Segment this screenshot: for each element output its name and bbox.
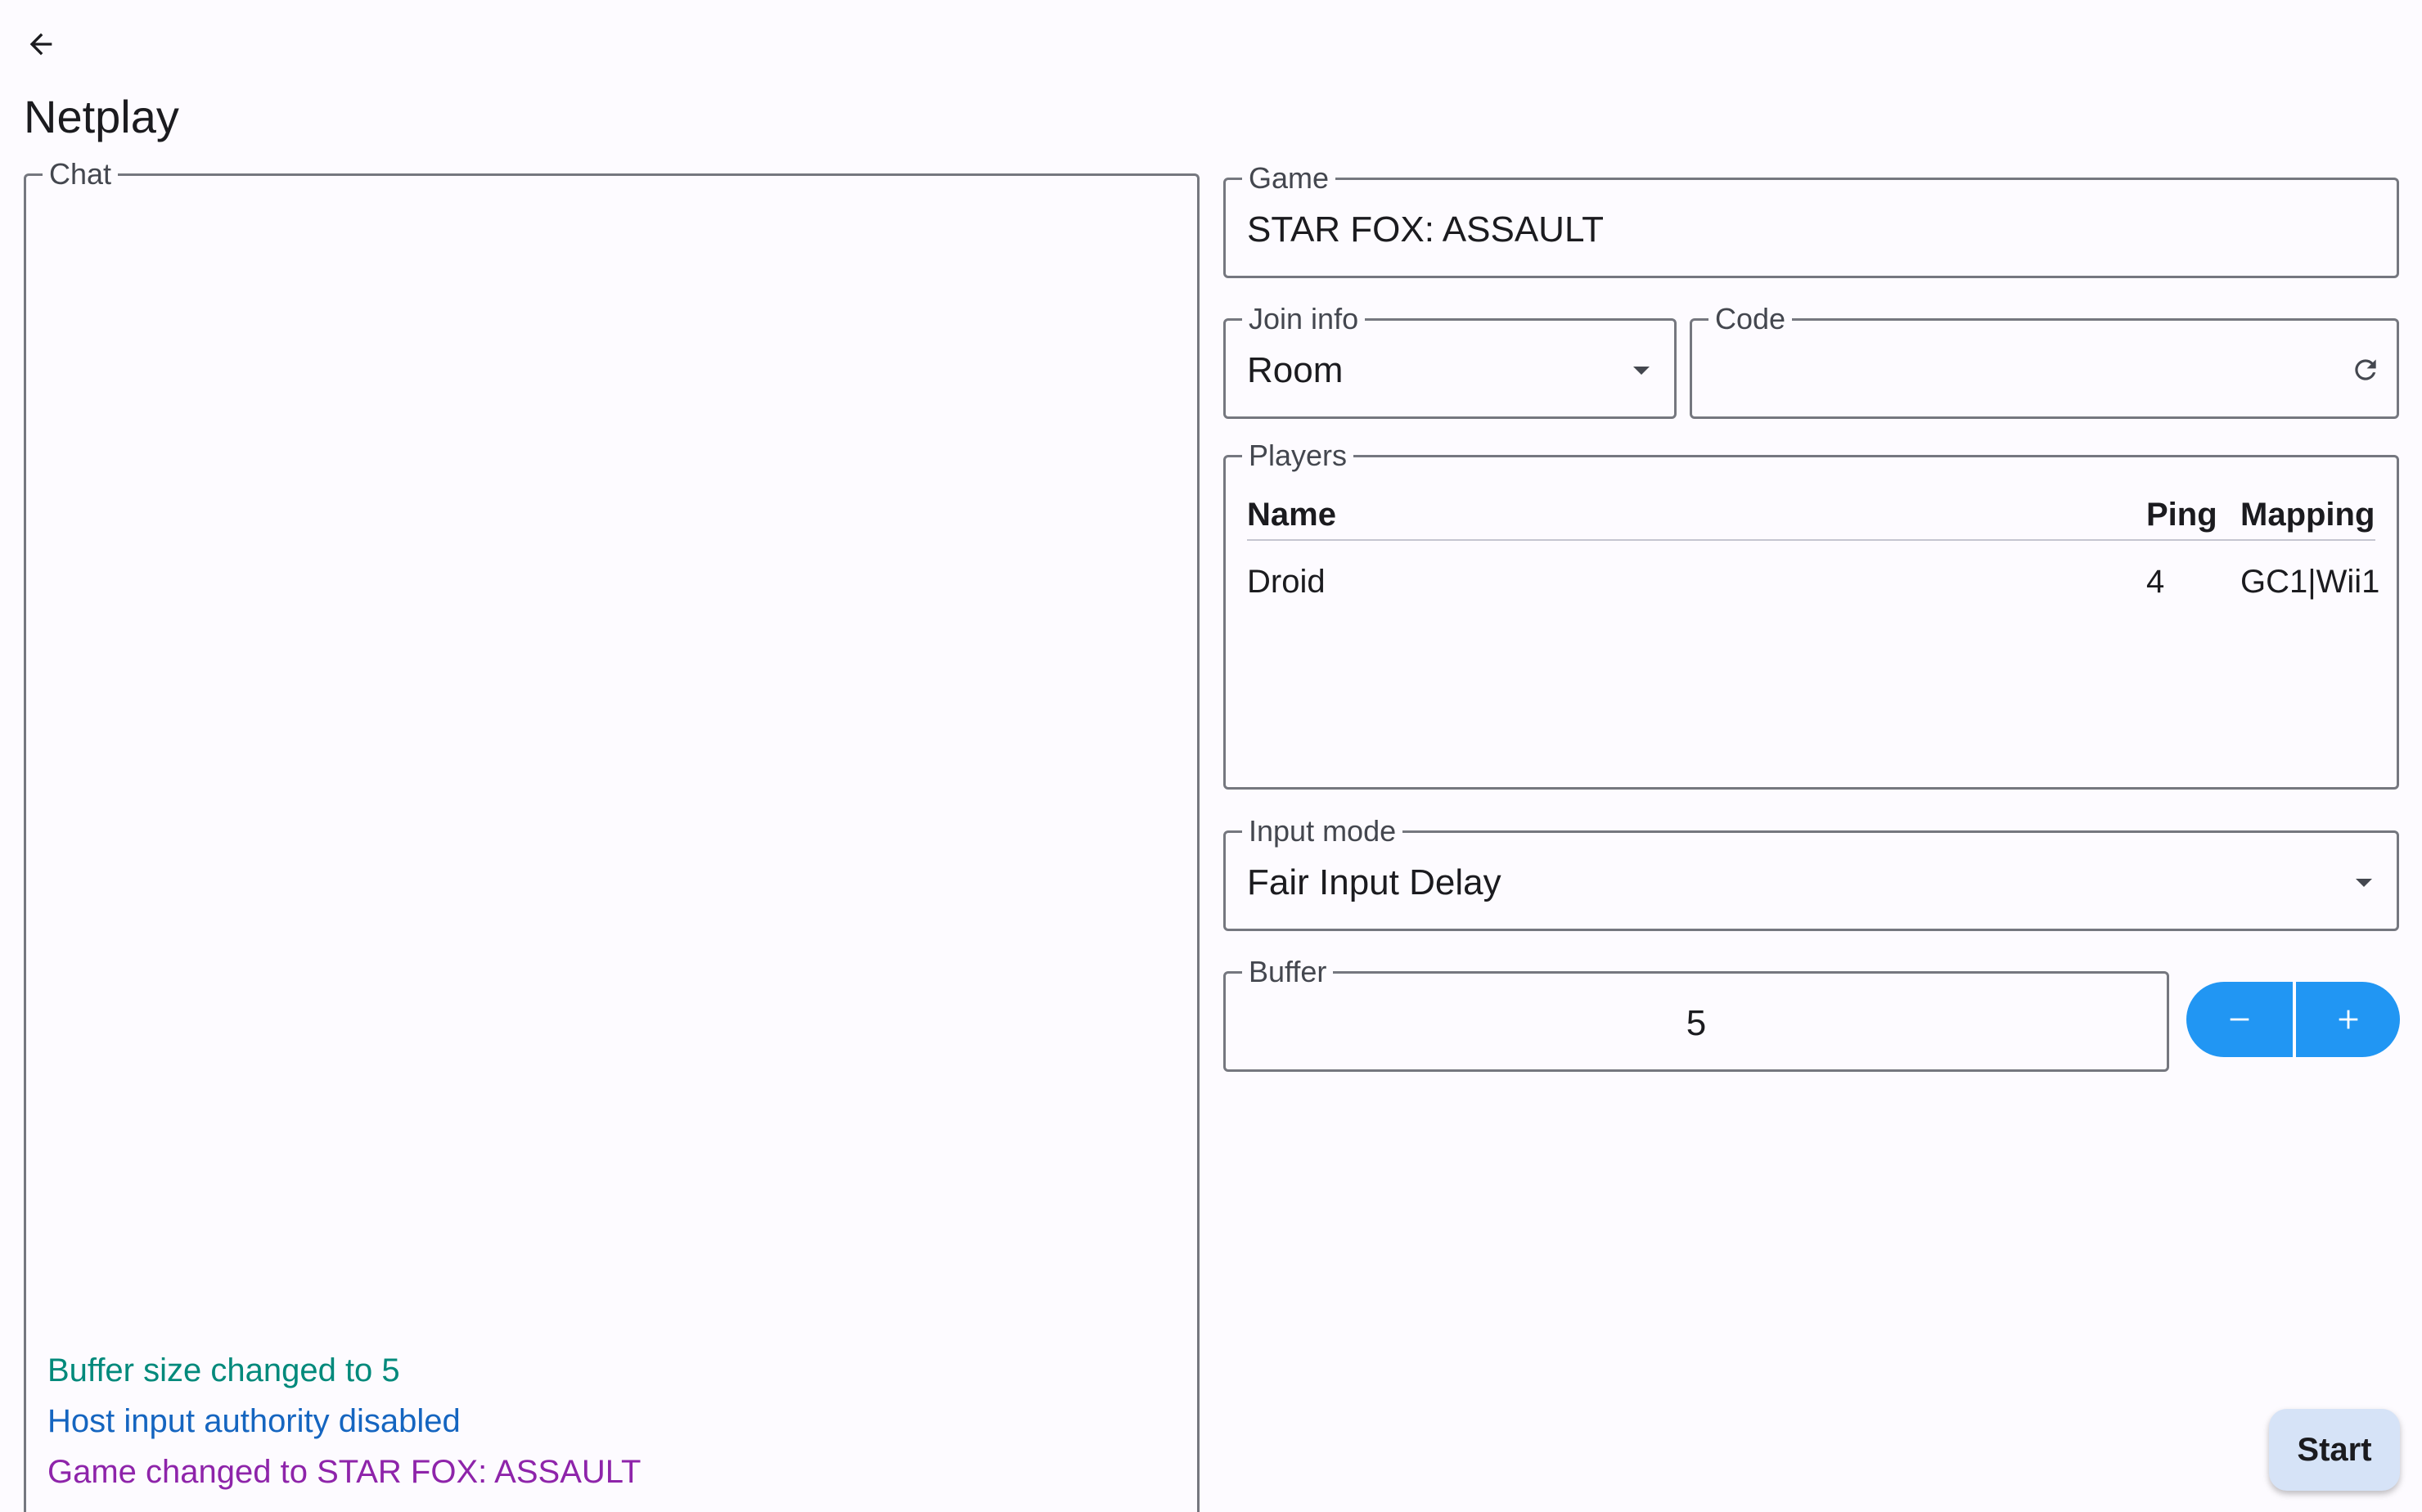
table-divider xyxy=(1247,539,2375,541)
column-header-ping: Ping xyxy=(2146,497,2217,533)
chat-box: Chat Buffer size changed to 5 Host input… xyxy=(24,158,1200,1512)
code-field[interactable]: Code xyxy=(1690,303,2399,419)
player-mapping: GC1|Wii1 xyxy=(2240,564,2380,600)
refresh-icon xyxy=(2355,359,2376,380)
buffer-value: 5 xyxy=(1686,1003,1707,1043)
plus-icon xyxy=(2339,1010,2357,1029)
page-title: Netplay xyxy=(24,91,179,142)
chat-message: Game changed to STAR FOX: ASSAULT xyxy=(47,1454,642,1490)
back-button[interactable] xyxy=(7,10,75,79)
column-header-mapping: Mapping xyxy=(2240,497,2375,533)
player-ping: 4 xyxy=(2146,564,2165,600)
decrement-button[interactable] xyxy=(2186,982,2293,1057)
players-label: Players xyxy=(1242,439,1354,472)
chevron-down-icon xyxy=(2356,879,2372,887)
join-info-value: Room xyxy=(1247,350,1344,390)
chat-log: Buffer size changed to 5 Host input auth… xyxy=(47,1345,642,1497)
buffer-label: Buffer xyxy=(1242,956,1334,988)
input-mode-label: Input mode xyxy=(1242,815,1403,848)
start-button[interactable]: Start xyxy=(2269,1409,2400,1491)
code-label: Code xyxy=(1708,303,1793,335)
players-table: Players Name Ping Mapping Droid 4 GC1|Wi… xyxy=(1223,439,2399,790)
arrow-left-icon xyxy=(29,33,52,56)
chat-message: Host input authority disabled xyxy=(47,1403,461,1439)
join-info-select[interactable]: Join info Room xyxy=(1223,303,1677,419)
player-name: Droid xyxy=(1247,564,1326,600)
chat-message: Buffer size changed to 5 xyxy=(47,1352,400,1388)
join-info-label: Join info xyxy=(1242,303,1366,335)
input-mode-select[interactable]: Input mode Fair Input Delay xyxy=(1223,815,2399,931)
column-header-name: Name xyxy=(1247,497,1336,533)
game-label: Game xyxy=(1242,162,1336,195)
game-field[interactable]: Game STAR FOX: ASSAULT xyxy=(1223,162,2399,278)
increment-button[interactable] xyxy=(2296,982,2400,1057)
minus-icon xyxy=(2230,1018,2249,1021)
input-mode-value: Fair Input Delay xyxy=(1247,862,1501,902)
buffer-field[interactable]: Buffer 5 xyxy=(1223,956,2169,1072)
game-value: STAR FOX: ASSAULT xyxy=(1247,209,1605,250)
chat-label: Chat xyxy=(43,158,119,191)
chevron-down-icon xyxy=(1633,367,1650,375)
refresh-button[interactable] xyxy=(2346,350,2385,389)
